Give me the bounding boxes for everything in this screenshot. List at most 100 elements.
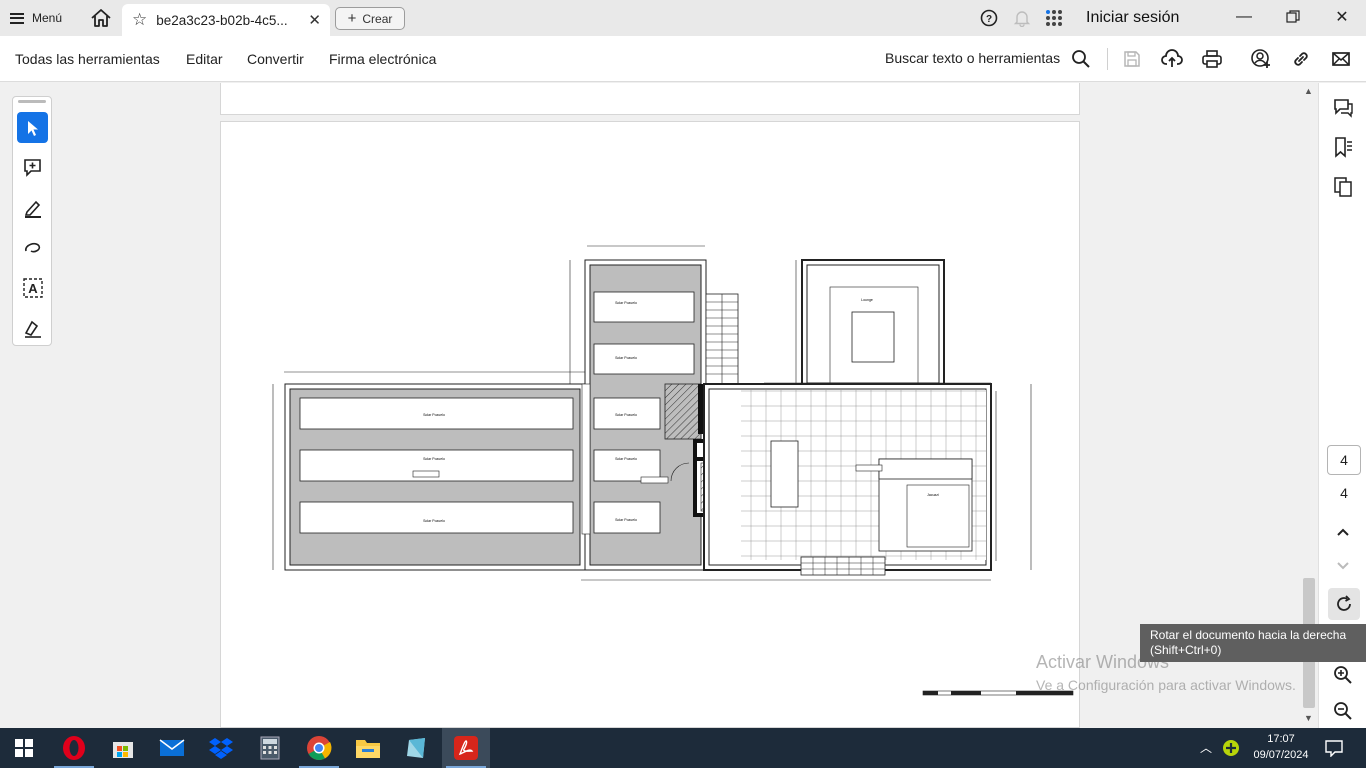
taskbar-chrome[interactable] — [295, 728, 343, 768]
help-icon[interactable]: ? — [980, 9, 998, 27]
cursor-arrow-icon — [27, 120, 38, 136]
tray-status-icon[interactable] — [1222, 739, 1240, 757]
bookmarks-icon[interactable] — [1332, 136, 1354, 158]
taskbar-opera[interactable] — [50, 728, 98, 768]
left-block: Solar Pozuelo Solar Pozuelo Solar Pozuel… — [284, 383, 586, 571]
zoom-in-icon[interactable] — [1332, 664, 1354, 686]
create-label: Crear — [362, 11, 393, 26]
taskbar-dropbox[interactable] — [197, 728, 245, 768]
close-tab-icon[interactable]: ✕ — [308, 11, 321, 29]
document-tab[interactable]: ☆ be2a3c23-b02b-4c5... ✕ — [122, 4, 330, 36]
tooltip-line-2: (Shift+Ctrl+0) — [1150, 643, 1222, 657]
activation-watermark-subtitle: Ve a Configuración para activar Windows. — [1036, 677, 1296, 693]
stairs — [705, 293, 739, 385]
rotate-clockwise-icon — [1337, 595, 1351, 611]
comments-panel-icon[interactable] — [1332, 97, 1354, 119]
tool-rail: A — [12, 96, 52, 346]
main-toolbar: Todas las herramientas Editar Convertir … — [0, 36, 1366, 82]
plus-icon: + — [347, 10, 357, 27]
svg-text:A: A — [28, 281, 38, 296]
link-icon[interactable] — [1290, 48, 1312, 70]
hamburger-icon — [10, 12, 24, 24]
rail-grip[interactable] — [18, 100, 46, 103]
windows-logo-icon — [15, 739, 33, 757]
signin-link[interactable]: Iniciar sesión — [1086, 9, 1179, 27]
document-page[interactable]: Solar Pozuelo Solar Pozuelo Solar Pozuel… — [220, 121, 1080, 728]
room-label: Solar Pozuelo — [615, 301, 637, 305]
pen-sign-icon — [24, 320, 41, 338]
close-window-button[interactable]: ✕ — [1330, 6, 1354, 28]
clock-date: 09/07/2024 — [1253, 749, 1309, 761]
freehand-draw-icon — [24, 242, 40, 252]
room-label: Lounge — [861, 298, 873, 302]
minimize-button[interactable]: — — [1232, 6, 1256, 28]
lounge-block: Lounge — [801, 259, 945, 389]
clock-time: 17:07 — [1267, 733, 1295, 745]
draw-button[interactable] — [17, 232, 48, 263]
add-comment-button[interactable] — [17, 152, 48, 183]
tray-expand-icon[interactable]: ︿ — [1200, 739, 1212, 756]
highlighter-icon — [24, 200, 41, 218]
home-icon[interactable] — [90, 8, 112, 28]
menu-label: Menú — [32, 11, 63, 25]
room-label: Solar Pozuelo — [615, 356, 637, 360]
search-tools-label[interactable]: Buscar texto o herramientas — [885, 50, 1060, 66]
chrome-icon — [307, 736, 332, 761]
upload-cloud-icon[interactable] — [1161, 48, 1183, 70]
taskbar-app-blue[interactable] — [393, 728, 441, 768]
floor-plan-drawing: Solar Pozuelo Solar Pozuelo Solar Pozuel… — [272, 245, 1074, 696]
zoom-out-icon[interactable] — [1332, 700, 1354, 722]
search-icon[interactable] — [1070, 48, 1092, 70]
total-pages: 4 — [1340, 485, 1348, 501]
current-page-input[interactable]: 4 — [1327, 445, 1361, 475]
restore-button[interactable] — [1281, 6, 1305, 28]
start-button[interactable] — [0, 728, 48, 768]
apps-grid-icon[interactable] — [1045, 9, 1063, 27]
star-icon[interactable]: ☆ — [132, 10, 147, 30]
taskbar-store[interactable] — [99, 728, 147, 768]
highlight-button[interactable] — [17, 192, 48, 223]
email-icon[interactable] — [1330, 48, 1352, 70]
scroll-up-icon[interactable]: ▲ — [1304, 86, 1313, 96]
restore-icon — [1286, 10, 1300, 23]
menu-all-tools[interactable]: Todas las herramientas — [15, 51, 160, 67]
notifications-icon[interactable] — [1324, 739, 1344, 757]
room-label: Solar Pozuelo — [615, 457, 637, 461]
opera-icon — [63, 736, 85, 760]
room-label: Solar Pozuelo — [423, 519, 445, 523]
windows-taskbar: ︿ 17:07 09/07/2024 — [0, 728, 1366, 768]
bell-icon[interactable] — [1013, 9, 1031, 27]
dropbox-icon — [209, 738, 233, 759]
terrace: Jacuzzi — [703, 383, 992, 576]
photos-app-icon — [407, 738, 425, 758]
next-page-icon[interactable] — [1332, 555, 1354, 577]
text-recognition-button[interactable]: A — [17, 272, 48, 303]
menu-convert[interactable]: Convertir — [247, 51, 304, 67]
previous-page[interactable] — [220, 83, 1080, 115]
select-tool-button[interactable] — [17, 112, 48, 143]
share-user-icon[interactable] — [1250, 48, 1272, 70]
fill-sign-button[interactable] — [17, 312, 48, 343]
middle-block: Solar Pozuelo Solar Pozuelo Solar Pozuel… — [581, 259, 707, 571]
create-button[interactable]: + Crear — [335, 7, 405, 30]
menu-edit[interactable]: Editar — [186, 51, 223, 67]
system-clock[interactable]: 17:07 09/07/2024 — [1248, 731, 1314, 763]
svg-text:?: ? — [986, 14, 992, 25]
previous-page-icon[interactable] — [1332, 521, 1354, 543]
pages-thumbnails-icon[interactable] — [1332, 176, 1354, 198]
menu-button[interactable]: Menú — [10, 8, 62, 28]
save-icon[interactable] — [1121, 48, 1143, 70]
title-bar: Menú ☆ be2a3c23-b02b-4c5... ✕ + Crear ? … — [0, 0, 1366, 36]
taskbar-acrobat[interactable] — [442, 728, 490, 768]
room-label: Solar Pozuelo — [423, 413, 445, 417]
acrobat-icon — [454, 736, 478, 760]
scroll-down-icon[interactable]: ▼ — [1304, 713, 1313, 723]
tooltip-line-1: Rotar el documento hacia la derecha — [1150, 628, 1347, 642]
rotate-button[interactable] — [1328, 588, 1360, 620]
text-select-icon: A — [22, 277, 43, 298]
taskbar-calculator[interactable] — [246, 728, 294, 768]
menu-esign[interactable]: Firma electrónica — [329, 51, 436, 67]
taskbar-mail[interactable] — [148, 728, 196, 768]
print-icon[interactable] — [1201, 48, 1223, 70]
taskbar-file-explorer[interactable] — [344, 728, 392, 768]
